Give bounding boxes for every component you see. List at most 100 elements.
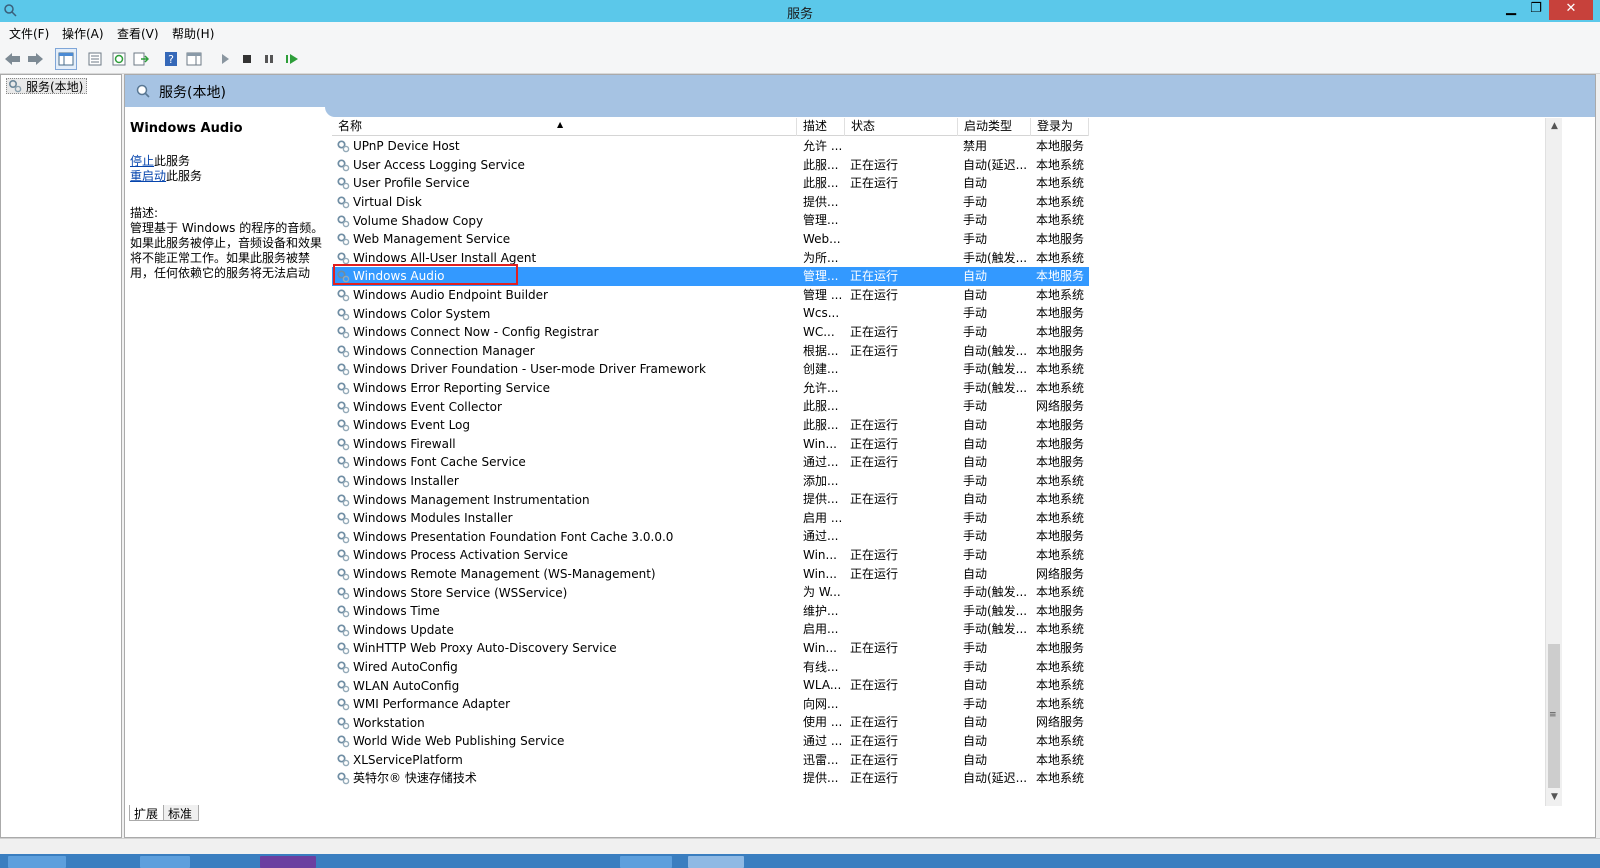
service-log-on-as: 本地服务 — [1036, 603, 1085, 618]
tree-item-services-local[interactable]: 服务(本地) — [6, 78, 88, 94]
table-row[interactable]: WinHTTP Web Proxy Auto-Discovery Service… — [332, 639, 1089, 658]
column-header-name[interactable]: 名称 ▲ — [332, 118, 797, 136]
service-startup-type: 手动 — [963, 306, 988, 321]
service-name-label: Windows Firewall — [353, 436, 456, 451]
service-status — [845, 304, 958, 323]
table-row[interactable]: Windows Installer 添加... 手动 本地系统 — [332, 472, 1089, 491]
service-startup-type: 禁用 — [963, 139, 988, 153]
service-name: UPnP Device Host — [332, 137, 797, 156]
taskbar-app-2[interactable] — [140, 856, 190, 868]
table-row[interactable]: Windows Management Instrumentation 提供... 正… — [332, 490, 1089, 509]
stop-link-suffix: 此服务 — [154, 154, 191, 168]
service-name: Windows Remote Management (WS-Management… — [332, 565, 797, 584]
column-header-startup-type[interactable]: 启动类型 — [958, 118, 1031, 136]
restart-service-link[interactable]: 重启动 — [130, 169, 166, 183]
table-row[interactable]: User Profile Service 此服... 正在运行 自动 本地系统 — [332, 174, 1089, 193]
table-row[interactable]: XLServicePlatform 迅雷... 正在运行 自动 本地系统 — [332, 751, 1089, 770]
tab-standard[interactable]: 标准 — [163, 805, 200, 821]
table-row[interactable]: Windows Error Reporting Service 允许... 手动(触… — [332, 379, 1089, 398]
service-log-on-as: 本地系统 — [1036, 752, 1085, 767]
export-list-icon[interactable] — [130, 48, 152, 70]
scroll-up-icon[interactable]: ▲ — [1546, 118, 1563, 135]
service-status — [845, 695, 958, 714]
service-log-on-as: 本地服务 — [1031, 267, 1089, 286]
service-status — [845, 211, 958, 230]
table-row[interactable]: User Access Logging Service 此服... 正在运行 自动(延… — [332, 156, 1089, 175]
table-row[interactable]: 英特尔® 快速存储技术 提供... 正在运行 自动(延迟... 本地系统 — [332, 769, 1089, 788]
service-log-on-as: 本地系统 — [1036, 659, 1085, 674]
table-row[interactable]: Windows Process Activation Service Win...… — [332, 546, 1089, 565]
show-hide-action-pane-icon[interactable] — [183, 48, 205, 70]
service-description: 创建... — [803, 362, 839, 377]
column-header-status[interactable]: 状态 — [845, 118, 958, 136]
refresh-icon[interactable] — [108, 48, 130, 70]
table-row[interactable]: Windows Remote Management (WS-Management… — [332, 565, 1089, 584]
forward-arrow-icon[interactable] — [24, 48, 46, 70]
table-row[interactable]: WMI Performance Adapter 向网... 手动 本地系统 — [332, 695, 1089, 714]
table-row[interactable]: Windows Event Collector 此服... 手动 网络服务 — [332, 397, 1089, 416]
table-row[interactable]: Windows Font Cache Service 通过... 正在运行 自动 本地服… — [332, 453, 1089, 472]
stop-service-icon[interactable] — [236, 48, 258, 70]
table-row[interactable]: Windows Driver Foundation - User-mode Dr… — [332, 360, 1089, 379]
service-status: 正在运行 — [850, 771, 899, 786]
service-gear-icon — [336, 400, 350, 414]
table-row[interactable]: Virtual Disk 提供... 手动 本地系统 — [332, 193, 1089, 212]
service-description: Win... — [803, 566, 837, 581]
service-description: 迅雷... — [803, 752, 839, 767]
close-button[interactable]: ✕ — [1549, 0, 1593, 20]
restore-button[interactable]: ❐ — [1524, 0, 1548, 20]
table-row[interactable]: Windows Modules Installer 启用 ... 手动 本地系统 — [332, 509, 1089, 528]
service-log-on-as: 本地系统 — [1036, 213, 1085, 228]
service-log-on-as: 本地系统 — [1036, 250, 1085, 265]
service-startup-type: 自动 — [963, 492, 988, 507]
service-status: 正在运行 — [850, 715, 899, 730]
service-status: 正在运行 — [850, 566, 899, 581]
service-startup-type: 手动 — [963, 659, 988, 674]
menu-file[interactable]: 文件(F) — [9, 25, 49, 42]
menu-action[interactable]: 操作(A) — [62, 25, 104, 42]
table-row[interactable]: Windows Color System Wcs... 手动 本地服务 — [332, 304, 1089, 323]
service-gear-icon — [336, 362, 350, 376]
table-row[interactable]: Windows Presentation Foundation Font Cac… — [332, 527, 1089, 546]
menu-help[interactable]: 帮助(H) — [172, 25, 214, 42]
table-row[interactable]: Windows Update 启用... 手动(触发... 本地系统 — [332, 620, 1089, 639]
column-header-description[interactable]: 描述 — [797, 118, 845, 136]
table-row[interactable]: Windows Time 维护... 手动(触发... 本地服务 — [332, 602, 1089, 621]
service-description: 提供... — [803, 771, 839, 786]
taskbar-app-4[interactable] — [620, 856, 672, 868]
vertical-scrollbar[interactable]: ▲ ≡ ▼ — [1545, 118, 1562, 806]
table-row[interactable]: Windows Event Log 此服... 正在运行 自动 本地服务 — [332, 416, 1089, 435]
restart-service-icon[interactable] — [281, 48, 303, 70]
table-row[interactable]: Windows Connection Manager 根据... 正在运行 自动(触发… — [332, 342, 1089, 361]
taskbar-app-1[interactable] — [8, 856, 66, 868]
table-row[interactable]: Windows Audio Endpoint Builder 管理 ... 正在运行… — [332, 286, 1089, 305]
minimize-button[interactable]: ▁ — [1499, 0, 1523, 20]
show-console-tree-icon[interactable] — [55, 48, 77, 70]
table-row[interactable]: UPnP Device Host 允许 ... 禁用 本地服务 — [332, 137, 1089, 156]
tab-extended[interactable]: 扩展 — [129, 805, 166, 821]
table-row[interactable]: Wired AutoConfig 有线... 手动 本地系统 — [332, 658, 1089, 677]
table-row[interactable]: Windows Connect Now - Config Registrar WC… — [332, 323, 1089, 342]
table-row[interactable]: Web Management Service Web... 手动 本地服务 — [332, 230, 1089, 249]
service-name: XLServicePlatform — [332, 751, 797, 770]
menu-view[interactable]: 查看(V) — [117, 25, 159, 42]
start-service-icon[interactable] — [214, 48, 236, 70]
table-row[interactable]: WLAN AutoConfig WLA... 正在运行 自动 本地系统 — [332, 676, 1089, 695]
taskbar-app-services[interactable] — [688, 856, 744, 868]
table-row[interactable]: Windows Store Service (WSService) 为 W... 手… — [332, 583, 1089, 602]
table-row[interactable]: Workstation 使用 ... 正在运行 自动 网络服务 — [332, 713, 1089, 732]
pause-service-icon[interactable] — [258, 48, 280, 70]
table-row[interactable]: Windows All-User Install Agent 为所... 手动(触发… — [332, 249, 1089, 268]
taskbar-app-3[interactable] — [260, 856, 316, 868]
service-startup-type: 手动 — [963, 641, 988, 656]
table-row[interactable]: Volume Shadow Copy 管理... 手动 本地系统 — [332, 211, 1089, 230]
table-row[interactable]: World Wide Web Publishing Service 通过 ... 正… — [332, 732, 1089, 751]
stop-service-link[interactable]: 停止 — [130, 154, 154, 168]
table-row[interactable]: Windows Firewall Win... 正在运行 自动 本地服务 — [332, 435, 1089, 454]
column-header-log-on-as[interactable]: 登录为 — [1031, 118, 1089, 136]
properties-list-icon[interactable] — [84, 48, 106, 70]
back-arrow-icon[interactable] — [2, 48, 24, 70]
table-row[interactable]: Windows Audio 管理... 正在运行 自动 本地服务 — [332, 267, 1089, 286]
view-tabs: 扩展 标准 — [125, 803, 1595, 823]
help-icon[interactable]: ? — [160, 48, 182, 70]
